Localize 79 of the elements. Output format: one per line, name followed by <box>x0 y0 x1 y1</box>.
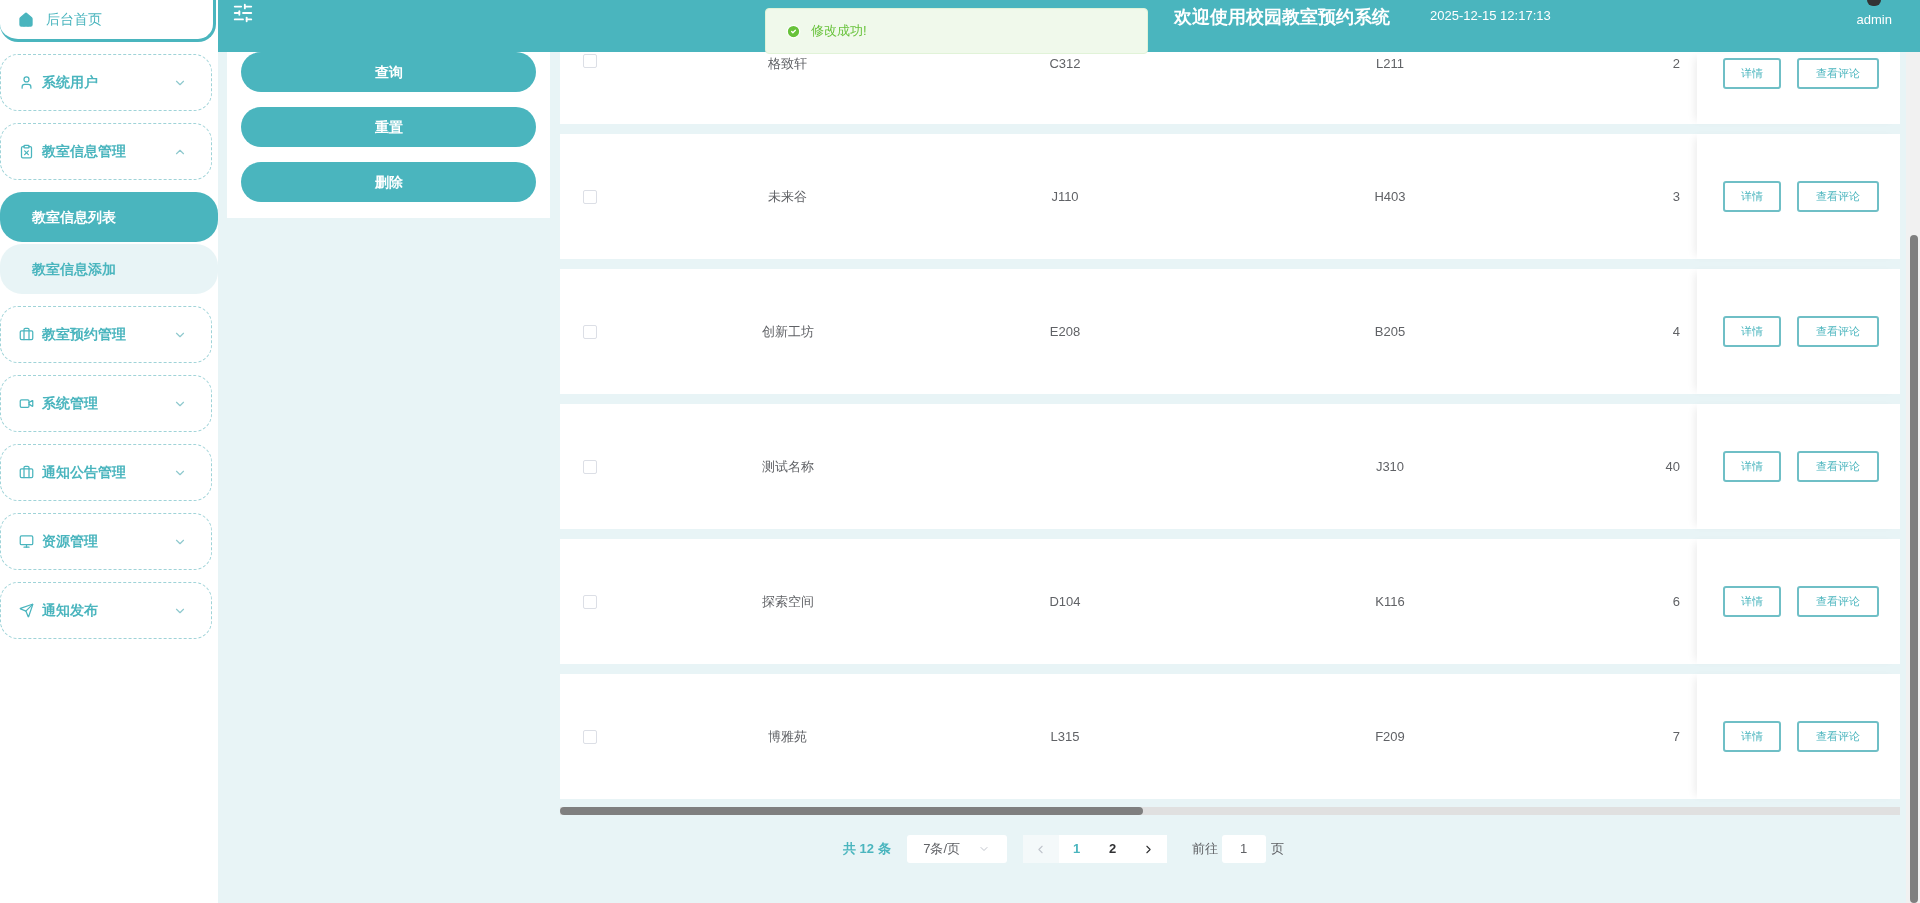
sidebar-group[interactable]: 系统管理 <box>0 375 212 432</box>
table-cell: L315 <box>1050 728 1080 744</box>
table-cell: J310 <box>1375 458 1405 474</box>
action-button[interactable]: 重置 <box>241 107 536 147</box>
details-button[interactable]: 详情 <box>1723 58 1781 89</box>
table-cell: 测试名称 <box>761 458 814 474</box>
page-button[interactable]: 1 <box>1058 835 1095 863</box>
row-checkbox[interactable] <box>583 189 597 204</box>
row-checkbox[interactable] <box>583 459 597 474</box>
row-checkbox[interactable] <box>583 594 597 609</box>
briefcase-icon <box>19 327 34 342</box>
comments-button[interactable]: 查看评论 <box>1797 316 1879 347</box>
table-cell: 4 <box>1672 323 1680 339</box>
row-checkbox[interactable] <box>583 324 597 339</box>
sidebar-group[interactable]: 教室信息管理 <box>0 123 212 180</box>
comments-button[interactable]: 查看评论 <box>1797 586 1879 617</box>
date-time: 2025-12-15 12:17:13 <box>1430 7 1551 25</box>
home-icon <box>18 11 34 28</box>
next-page-button[interactable] <box>1130 835 1167 863</box>
table-cell: 格致轩 <box>768 56 807 71</box>
table-cell: B205 <box>1374 323 1406 339</box>
comments-button[interactable]: 查看评论 <box>1797 58 1879 89</box>
comments-button[interactable]: 查看评论 <box>1797 721 1879 752</box>
details-button[interactable]: 详情 <box>1723 721 1781 752</box>
camera-icon <box>19 396 34 411</box>
user-name[interactable]: admin <box>1856 10 1892 30</box>
table-cell: 7 <box>1672 728 1680 744</box>
goto-page-field[interactable]: 1 <box>1221 835 1266 863</box>
details-button[interactable]: 详情 <box>1723 181 1781 212</box>
comments-button[interactable]: 查看评论 <box>1797 181 1879 212</box>
submenu-item[interactable]: 教室信息添加 <box>0 244 218 294</box>
clipboard-icon <box>19 144 34 159</box>
sidebar-group[interactable]: 教室预约管理 <box>0 306 212 363</box>
table-cell: H403 <box>1374 188 1406 204</box>
table-cell: D104 <box>1049 593 1081 609</box>
vertical-scrollbar[interactable] <box>1910 235 1918 903</box>
table-cell: F209 <box>1375 728 1405 744</box>
details-button[interactable]: 详情 <box>1723 316 1781 347</box>
table-cell: 博雅苑 <box>768 728 807 744</box>
table-cell: C312 <box>1049 56 1081 71</box>
action-button[interactable]: 删除 <box>241 162 536 202</box>
table-cell: 创新工坊 <box>761 323 814 339</box>
user-icon <box>19 75 34 90</box>
sidebar-group[interactable]: 系统用户 <box>0 54 212 111</box>
table-cell: L211 <box>1376 56 1404 71</box>
success-toast: 修改成功! <box>765 8 1148 54</box>
avatar[interactable] <box>1867 0 1882 6</box>
page-suffix: 页 <box>1270 840 1284 859</box>
details-button[interactable]: 详情 <box>1723 451 1781 482</box>
table-cell: K116 <box>1375 593 1405 609</box>
sidebar-group[interactable]: 通知发布 <box>0 582 212 639</box>
goto-label: 前往 <box>1191 840 1218 859</box>
page-size-select[interactable]: 7条/页 <box>906 835 1007 863</box>
page-title: 欢迎使用校园教室预约系统 <box>1174 6 1390 29</box>
details-button[interactable]: 详情 <box>1723 586 1781 617</box>
comments-button[interactable]: 查看评论 <box>1797 451 1879 482</box>
action-button[interactable]: 查询 <box>241 52 536 92</box>
menu-toggle-icon[interactable] <box>232 2 254 24</box>
total-count: 共 12 条 <box>843 840 891 859</box>
sidebar-group[interactable]: 通知公告管理 <box>0 444 212 501</box>
table-cell: 6 <box>1672 593 1680 609</box>
table-cell: 2 <box>1672 56 1680 71</box>
submenu-item[interactable]: 教室信息列表 <box>0 192 218 242</box>
table-cell: 探索空间 <box>761 593 814 609</box>
table-cell: J110 <box>1051 188 1079 204</box>
briefcase-icon <box>19 465 34 480</box>
monitor-icon <box>19 534 34 549</box>
page-button[interactable]: 2 <box>1094 835 1131 863</box>
sidebar-group[interactable]: 资源管理 <box>0 513 212 570</box>
sidebar-item[interactable]: 后台首页 <box>0 0 216 42</box>
row-checkbox[interactable] <box>583 729 597 744</box>
table-cell: 未来谷 <box>768 188 807 204</box>
send-icon <box>19 603 34 618</box>
table-cell: 3 <box>1672 188 1680 204</box>
table-cell: 40 <box>1665 458 1680 474</box>
table-cell: E208 <box>1049 323 1081 339</box>
check-icon <box>786 23 801 39</box>
horizontal-scrollbar[interactable] <box>560 807 1143 815</box>
row-checkbox[interactable] <box>583 54 597 68</box>
